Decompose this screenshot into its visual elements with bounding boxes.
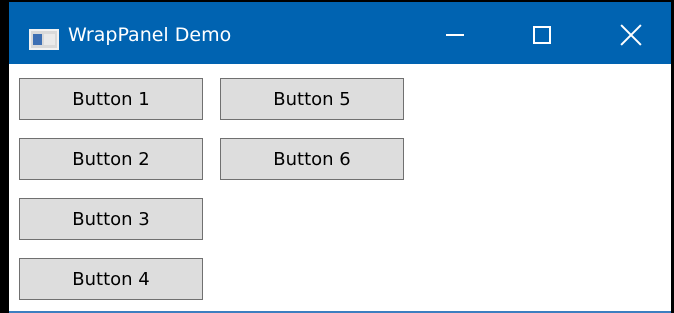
button-1[interactable]: Button 1 <box>19 78 203 120</box>
maximize-button[interactable] <box>502 6 582 64</box>
minimize-icon <box>446 34 464 36</box>
app-window: WrapPanel Demo Button 1 Button 2 Button … <box>0 0 674 313</box>
window-title: WrapPanel Demo <box>68 24 232 46</box>
maximize-icon <box>533 26 551 44</box>
app-icon-pane-right <box>44 34 55 45</box>
button-4[interactable]: Button 4 <box>19 258 203 300</box>
minimize-button[interactable] <box>415 6 495 64</box>
button-5[interactable]: Button 5 <box>220 78 404 120</box>
app-window-icon[interactable] <box>29 29 59 50</box>
button-2[interactable]: Button 2 <box>19 138 203 180</box>
app-icon-pane-left <box>33 34 42 45</box>
close-icon <box>619 23 643 47</box>
button-6[interactable]: Button 6 <box>220 138 404 180</box>
button-3[interactable]: Button 3 <box>19 198 203 240</box>
close-button[interactable] <box>591 6 671 64</box>
wrap-panel: Button 1 Button 2 Button 3 Button 4 Butt… <box>9 64 671 313</box>
title-bar[interactable]: WrapPanel Demo <box>9 2 671 64</box>
